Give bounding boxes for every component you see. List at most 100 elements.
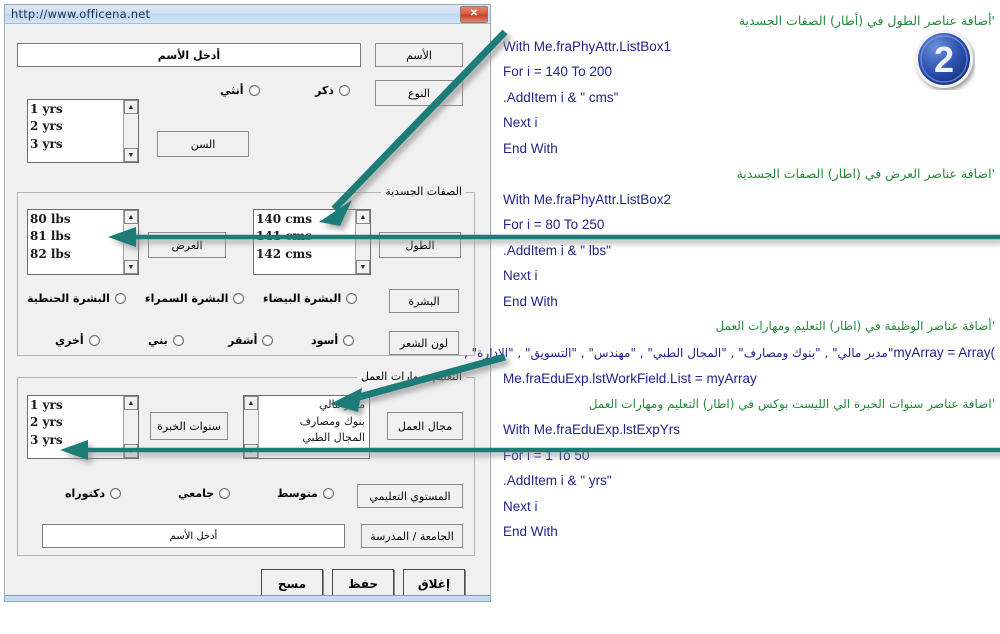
scroll-up-icon[interactable]: ▲ xyxy=(124,396,138,410)
scroll-track[interactable] xyxy=(124,224,138,260)
radio-dot-icon xyxy=(233,293,245,304)
code-panel: 'أضافة عناصر الطول في (أطار) الصفات الجس… xyxy=(464,8,995,608)
weight-label: العرض xyxy=(148,232,226,258)
name-label: الأسم xyxy=(375,43,463,67)
scroll-down-icon[interactable]: ▼ xyxy=(244,444,258,458)
radio-skin-wheat[interactable]: البشرة الحنطية xyxy=(27,292,126,305)
height-listbox-items: 140 cms 141 cms 142 cms xyxy=(254,210,355,274)
weight-listbox[interactable]: 80 lbs 81 lbs 82 lbs ▲ ▼ xyxy=(27,209,139,275)
skin-label: البشرة xyxy=(389,289,459,313)
radio-hair-black[interactable]: أسود xyxy=(311,334,355,347)
radio-dot-icon xyxy=(262,335,274,346)
weight-listbox-scrollbar[interactable]: ▲ ▼ xyxy=(123,210,138,274)
form-footer-bar xyxy=(5,595,490,601)
age-label: السن xyxy=(157,131,249,157)
scroll-up-icon[interactable]: ▲ xyxy=(124,100,138,114)
userform-window: http://www.officena.net ✕ الأسم أدخل الأ… xyxy=(4,4,491,602)
scroll-up-icon[interactable]: ▲ xyxy=(356,210,370,224)
save-button[interactable]: حفظ xyxy=(332,569,394,598)
list-item[interactable]: مدير مالي xyxy=(261,397,365,414)
edulevel-label: المستوي التعليمي xyxy=(357,484,463,508)
scroll-up-icon[interactable]: ▲ xyxy=(124,210,138,224)
age-listbox-scrollbar[interactable]: ▲ ▼ xyxy=(123,100,138,162)
workfield-listbox-items: مدير مالي بنوك ومصارف المجال الطبي xyxy=(259,396,369,458)
badge-number: 2 xyxy=(934,39,954,80)
scroll-track[interactable] xyxy=(124,410,138,444)
code-line: End With xyxy=(503,524,558,539)
list-item[interactable]: 2 yrs xyxy=(30,414,119,431)
radio-edu-phd[interactable]: دكتوراه xyxy=(65,487,122,500)
physical-attributes-frame-title: الصفات الجسدية xyxy=(381,185,466,198)
school-input[interactable]: أدخل الأسم xyxy=(42,524,345,548)
radio-skin-brown-label: البشرة السمراء xyxy=(145,292,229,305)
age-listbox[interactable]: 1 yrs 2 yrs 3 yrs ▲ ▼ xyxy=(27,99,139,163)
code-line: Next i xyxy=(503,498,538,514)
scroll-down-icon[interactable]: ▼ xyxy=(124,444,138,458)
expyears-listbox[interactable]: 1 yrs 2 yrs 3 yrs ▲ ▼ xyxy=(27,395,139,459)
expyears-label: سنوات الخبرة xyxy=(150,412,228,440)
radio-skin-brown[interactable]: البشرة السمراء xyxy=(145,292,245,305)
radio-skin-white[interactable]: البشرة البيضاء xyxy=(263,292,358,305)
workfield-listbox[interactable]: ▲ ▼ مدير مالي بنوك ومصارف المجال الطبي xyxy=(243,395,370,459)
radio-edu-phd-label: دكتوراه xyxy=(65,487,106,500)
scroll-down-icon[interactable]: ▼ xyxy=(356,260,370,274)
code-line: For i = 80 To 250 xyxy=(503,217,605,232)
code-line: End With xyxy=(503,293,558,309)
radio-hair-black-label: أسود xyxy=(311,334,339,347)
radio-dot-icon xyxy=(343,335,355,346)
hair-label: لون الشعر xyxy=(389,331,459,355)
radio-gender-male[interactable]: ذكر xyxy=(315,84,350,97)
expyears-listbox-scrollbar[interactable]: ▲ ▼ xyxy=(123,396,138,458)
height-listbox[interactable]: 140 cms 141 cms 142 cms ▲ ▼ xyxy=(253,209,371,275)
radio-edu-university[interactable]: جامعي xyxy=(178,487,231,500)
list-item[interactable]: 1 yrs xyxy=(30,101,119,118)
close-icon[interactable]: ✕ xyxy=(460,5,488,23)
list-item[interactable]: 142 cms xyxy=(256,246,351,263)
radio-gender-male-label: ذكر xyxy=(315,84,334,97)
code-line: For i = 1 To 50 xyxy=(503,447,590,463)
workfield-listbox-scrollbar[interactable]: ▲ ▼ xyxy=(244,396,259,458)
radio-edu-medium[interactable]: متوسط xyxy=(277,487,334,500)
radio-skin-wheat-label: البشرة الحنطية xyxy=(27,292,110,305)
radio-hair-brown[interactable]: بني xyxy=(148,334,184,347)
title-bar: http://www.officena.net ✕ xyxy=(5,5,490,24)
list-item[interactable]: 82 lbs xyxy=(30,246,119,263)
form-body: الأسم أدخل الأسم النوع ذكر أنثي السن 1 y… xyxy=(5,24,490,601)
radio-hair-brown-label: بني xyxy=(148,334,168,347)
list-item[interactable]: المجال الطبي xyxy=(261,430,365,447)
height-listbox-scrollbar[interactable]: ▲ ▼ xyxy=(355,210,370,274)
radio-hair-other[interactable]: أخري xyxy=(55,334,100,347)
radio-hair-blond[interactable]: أشقر xyxy=(228,334,274,347)
list-item[interactable]: 3 yrs xyxy=(30,432,119,449)
code-line: .AddItem i & " lbs" xyxy=(503,242,611,258)
code-line: With Me.fraEduExp.lstExpYrs xyxy=(503,422,681,437)
code-line-array: myArray = Array("مدير مالي" , "بنوك ومصا… xyxy=(464,340,995,367)
radio-dot-icon xyxy=(322,488,334,499)
code-line-comment: 'أضافة عناصر الوظيفة في (اطار) التعليم و… xyxy=(715,319,995,333)
scroll-up-icon[interactable]: ▲ xyxy=(244,396,258,410)
scroll-down-icon[interactable]: ▼ xyxy=(124,148,138,162)
list-item[interactable]: 141 cms xyxy=(256,228,351,245)
code-array-call: myArray = Array( xyxy=(893,344,995,360)
name-input[interactable]: أدخل الأسم xyxy=(17,43,361,67)
radio-skin-white-label: البشرة البيضاء xyxy=(263,292,342,305)
scroll-track[interactable] xyxy=(244,410,258,444)
list-item[interactable]: 1 yrs xyxy=(30,397,119,414)
scroll-down-icon[interactable]: ▼ xyxy=(124,260,138,274)
scroll-track[interactable] xyxy=(356,224,370,260)
radio-gender-female[interactable]: أنثي xyxy=(220,84,260,97)
list-item[interactable]: 140 cms xyxy=(256,211,351,228)
list-item[interactable]: بنوك ومصارف xyxy=(261,414,365,431)
radio-edu-medium-label: متوسط xyxy=(277,487,318,500)
list-item[interactable]: 3 yrs xyxy=(30,136,119,153)
close-form-button[interactable]: إغلاق xyxy=(403,569,465,598)
code-line: With Me.fraPhyAttr.ListBox2 xyxy=(503,191,672,207)
height-label: الطول xyxy=(379,232,461,258)
scroll-track[interactable] xyxy=(124,114,138,148)
list-item[interactable]: 80 lbs xyxy=(30,211,119,228)
code-line-comment: 'اضافة عناصر العرض في (اطار) الصفات الجس… xyxy=(736,166,995,181)
radio-dot-icon xyxy=(248,85,260,96)
list-item[interactable]: 2 yrs xyxy=(30,118,119,135)
clear-button[interactable]: مسح xyxy=(261,569,323,598)
list-item[interactable]: 81 lbs xyxy=(30,228,119,245)
